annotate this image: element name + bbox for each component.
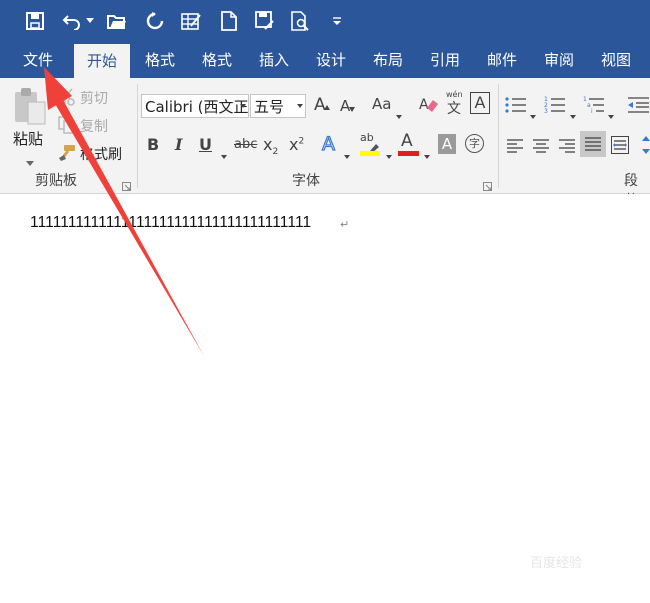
font-color-button[interactable]: A [401, 131, 413, 151]
font-size-select[interactable]: 五号 [250, 94, 306, 118]
tab-review[interactable]: 审阅 [531, 42, 587, 78]
undo-dropdown-icon[interactable] [84, 8, 96, 34]
font-dialog-launcher-icon[interactable] [483, 176, 492, 191]
multilevel-list-icon[interactable]: 1ai [583, 96, 605, 118]
cut-icon[interactable] [58, 88, 76, 110]
text-effects-button[interactable]: A [321, 132, 335, 155]
grow-font-arrow-icon [324, 95, 330, 114]
save-icon[interactable] [22, 8, 48, 34]
copy-icon[interactable] [58, 116, 76, 138]
copy-button[interactable]: 复制 [80, 116, 108, 136]
underline-button[interactable]: U [199, 135, 212, 154]
superscript-button[interactable]: x2 [289, 135, 304, 154]
tab-mailings[interactable]: 邮件 [474, 42, 530, 78]
highlight-pen-icon [366, 140, 380, 159]
format-painter-button[interactable]: 格式刷 [80, 144, 122, 164]
customize-toolbar-icon[interactable] [324, 8, 350, 34]
tab-design[interactable]: 设计 [303, 42, 359, 78]
align-center-icon[interactable] [533, 138, 549, 157]
tab-format-2[interactable]: 格式 [189, 42, 245, 78]
tab-layout[interactable]: 布局 [360, 42, 416, 78]
tab-references[interactable]: 引用 [417, 42, 473, 78]
enclose-characters-button[interactable]: 字 [465, 134, 484, 153]
tab-view[interactable]: 视图 [588, 42, 644, 78]
paste-button[interactable]: 粘贴 [13, 128, 43, 149]
decrease-indent-icon[interactable] [627, 96, 650, 118]
text-effects-dropdown-icon[interactable] [344, 144, 350, 163]
superscript-2: 2 [298, 136, 305, 147]
subscript-2: 2 [272, 147, 279, 158]
character-border-button[interactable]: A [470, 92, 490, 114]
print-preview-icon[interactable] [288, 8, 314, 34]
italic-button[interactable]: I [175, 135, 182, 154]
underline-dropdown-icon[interactable] [221, 144, 227, 163]
font-size-value: 五号 [254, 98, 285, 116]
bullets-icon[interactable] [505, 96, 527, 118]
font-color-bar [398, 151, 419, 156]
document-text-line[interactable]: 1111111111111111111111111111111111111 [30, 214, 311, 232]
font-name-select[interactable]: Calibri (西文正 [141, 94, 249, 118]
new-document-icon[interactable] [216, 8, 242, 34]
font-group-label: 字体 [292, 173, 320, 189]
quick-access-toolbar [0, 0, 650, 42]
clipboard-group-label: 剪贴板 [35, 173, 77, 189]
line-spacing-icon[interactable] [642, 136, 650, 158]
bullets-dropdown-icon[interactable] [530, 104, 536, 123]
table-edit-icon[interactable] [178, 8, 204, 34]
undo-icon[interactable] [60, 8, 86, 34]
justify-icon [585, 137, 601, 151]
cut-button[interactable]: 剪切 [80, 88, 108, 108]
change-case-dropdown-icon[interactable] [396, 104, 402, 123]
clear-formatting-icon[interactable]: A [419, 94, 439, 118]
paste-icon[interactable] [12, 86, 48, 130]
font-name-value: Calibri (西文正 [145, 98, 249, 116]
tab-insert[interactable]: 插入 [246, 42, 302, 78]
strikethrough-button[interactable]: abc [234, 137, 257, 152]
watermark-logo: 百度经验 [530, 556, 583, 571]
svg-text:3: 3 [544, 108, 548, 114]
change-case-button[interactable]: Aa [372, 95, 391, 113]
numbering-icon[interactable]: 123 [544, 96, 566, 118]
clipboard-dialog-launcher-icon[interactable] [122, 176, 131, 191]
group-separator [498, 84, 499, 188]
multilevel-list-dropdown-icon[interactable] [608, 104, 614, 123]
align-left-icon[interactable] [507, 138, 523, 157]
paragraph-mark: ↵ [340, 218, 350, 231]
tab-file[interactable]: 文件 [10, 42, 66, 78]
highlight-dropdown-icon[interactable] [386, 144, 392, 163]
group-separator [137, 84, 138, 188]
svg-text:i: i [591, 108, 593, 114]
document-page[interactable]: 1111111111111111111111111111111111111 ↵ [0, 194, 650, 603]
ribbon-tabs: 文件 开始 格式 格式 插入 设计 布局 引用 邮件 审阅 视图 [0, 42, 650, 78]
character-shading-button[interactable]: A [438, 134, 456, 154]
open-folder-icon[interactable] [104, 8, 130, 34]
format-painter-icon[interactable] [58, 144, 76, 166]
numbering-dropdown-icon[interactable] [570, 104, 576, 123]
align-right-icon[interactable] [559, 138, 575, 157]
phonetic-guide-button[interactable]: 文 [447, 98, 461, 118]
bold-button[interactable]: B [147, 135, 159, 154]
font-color-dropdown-icon[interactable] [424, 144, 430, 163]
ribbon-home: 粘贴 剪切 复制 格式刷 剪贴板 Calibri (西文正 五号 A A Aa … [0, 78, 650, 209]
tab-format-1[interactable]: 格式 [132, 42, 188, 78]
save-as-icon[interactable] [252, 8, 278, 34]
highlight-color-bar [360, 151, 380, 156]
paste-dropdown-icon[interactable] [26, 152, 34, 171]
shrink-font-arrow-icon [349, 97, 355, 116]
svg-text:A: A [419, 97, 429, 113]
justify-button[interactable] [580, 131, 606, 157]
tab-home[interactable]: 开始 [74, 44, 130, 78]
redo-refresh-icon[interactable] [142, 8, 168, 34]
subscript-button[interactable]: x2 [263, 135, 278, 157]
distributed-align-icon[interactable] [611, 136, 629, 158]
